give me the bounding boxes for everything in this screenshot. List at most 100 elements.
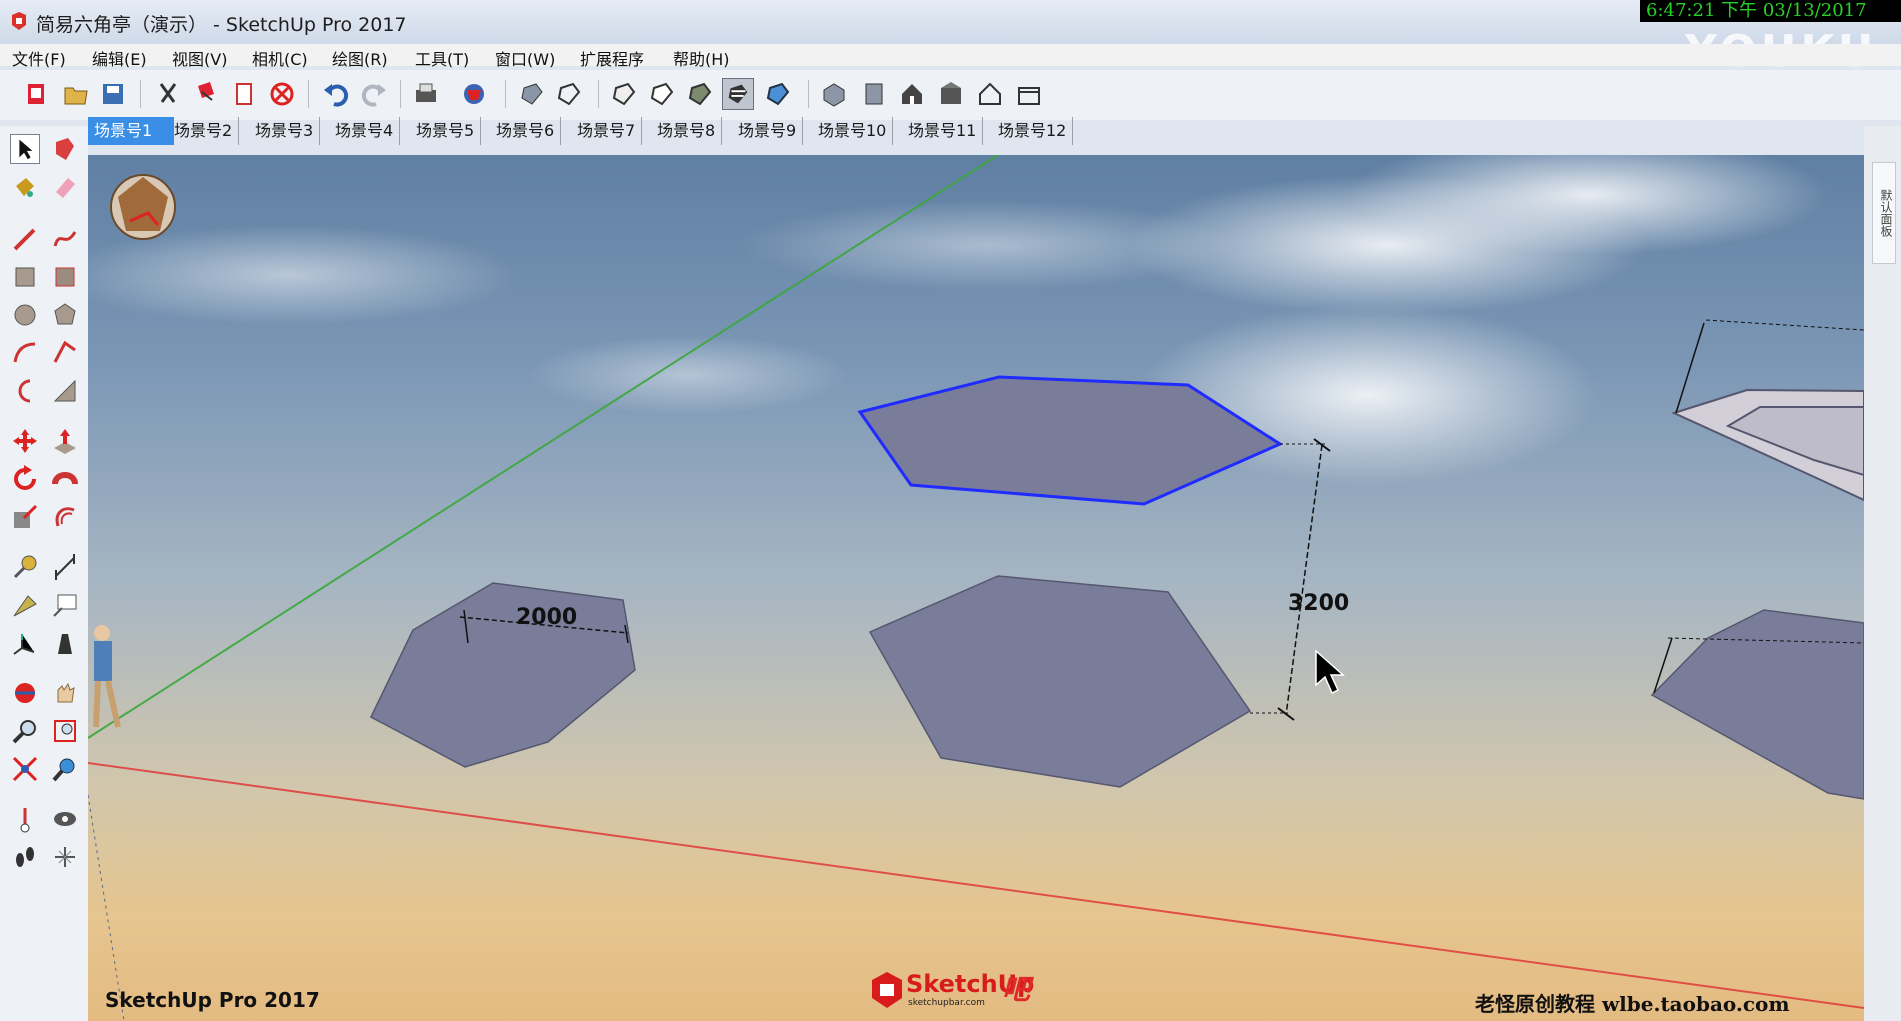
large-tool-set	[0, 126, 88, 1021]
tab-scene-10[interactable]: 场景号10	[812, 117, 894, 145]
tab-scene-3[interactable]: 场景号3	[249, 117, 321, 145]
right-view-icon[interactable]	[935, 78, 967, 110]
menu-draw[interactable]: 绘图(R)	[332, 46, 388, 70]
model-info-icon[interactable]	[458, 78, 490, 110]
hexagon-face-bottom[interactable]	[868, 575, 1252, 788]
xray-style-icon[interactable]	[516, 78, 548, 110]
watermark-app-name: SketchUp Pro 2017	[105, 988, 320, 1012]
scale-icon[interactable]	[10, 502, 40, 532]
3d-text-icon[interactable]	[50, 628, 80, 658]
tab-scene-12[interactable]: 场景号12	[992, 117, 1074, 145]
open-folder-icon[interactable]	[60, 78, 92, 110]
tab-scene-1[interactable]: 场景号1	[88, 117, 174, 145]
two-point-arc-icon[interactable]	[50, 338, 80, 368]
menu-window[interactable]: 窗口(W)	[495, 46, 555, 70]
face-style-icon[interactable]	[762, 78, 794, 110]
save-icon[interactable]	[97, 78, 129, 110]
main-toolbar	[0, 70, 1901, 120]
orbit-icon[interactable]	[10, 678, 40, 708]
zoom-icon[interactable]	[10, 716, 40, 746]
toolbar-separator	[598, 80, 599, 108]
rectangle-icon[interactable]	[10, 262, 40, 292]
shaded-textures-style-icon[interactable]	[684, 78, 716, 110]
three-point-arc-icon[interactable]	[10, 376, 40, 406]
polygon-icon[interactable]	[50, 300, 80, 330]
monochrome-style-icon[interactable]	[722, 78, 754, 110]
watermark-brand-suffix: 吧	[1002, 973, 1031, 1006]
axes-icon[interactable]	[10, 628, 40, 658]
erase-icon[interactable]	[266, 78, 298, 110]
wireframe-style-icon[interactable]	[553, 78, 585, 110]
hexagon-face-left[interactable]	[370, 582, 636, 768]
tab-scene-4[interactable]: 场景号4	[329, 117, 401, 145]
menu-extensions[interactable]: 扩展程序	[580, 46, 644, 70]
text-icon[interactable]	[50, 590, 80, 620]
rotated-rectangle-icon[interactable]	[50, 262, 80, 292]
menu-help[interactable]: 帮助(H)	[673, 46, 730, 70]
tab-scene-6[interactable]: 场景号6	[490, 117, 562, 145]
push-pull-icon[interactable]	[50, 426, 80, 456]
toolbar-separator	[505, 80, 506, 108]
undo-icon[interactable]	[320, 78, 352, 110]
tab-scene-11[interactable]: 场景号11	[902, 117, 984, 145]
default-tray-tab[interactable]: 默认面板	[1872, 162, 1896, 264]
watermark-author: 老怪原创教程 wlbe.taobao.com	[1475, 992, 1790, 1016]
dimension-line-right	[1705, 319, 1864, 331]
line-pencil-icon[interactable]	[10, 224, 40, 254]
move-icon[interactable]	[10, 426, 40, 456]
iso-view-icon[interactable]	[818, 78, 850, 110]
section-plane-icon[interactable]	[50, 842, 80, 872]
default-tray: 默认面板	[1864, 126, 1901, 1021]
print-icon[interactable]	[410, 78, 442, 110]
tape-measure-icon[interactable]	[10, 552, 40, 582]
zoom-window-icon[interactable]	[50, 716, 80, 746]
tab-scene-5[interactable]: 场景号5	[410, 117, 482, 145]
menu-camera[interactable]: 相机(C)	[252, 46, 308, 70]
sketchup-emblem-icon	[110, 174, 176, 240]
top-view-icon[interactable]	[858, 78, 890, 110]
follow-me-icon[interactable]	[50, 464, 80, 494]
pie-icon[interactable]	[50, 376, 80, 406]
redo-icon[interactable]	[358, 78, 390, 110]
front-view-icon[interactable]	[896, 78, 928, 110]
sky-cloud	[528, 335, 848, 415]
sketchup-app-icon[interactable]	[9, 11, 29, 31]
watermark-brand-url: sketchupbar.com	[908, 998, 985, 1008]
arc-icon[interactable]	[10, 338, 40, 368]
tab-scene-2[interactable]: 场景号2	[168, 117, 240, 145]
model-viewport[interactable]: 2000 3200	[88, 155, 1864, 1021]
previous-view-icon[interactable]	[50, 754, 80, 784]
menu-tools[interactable]: 工具(T)	[415, 46, 469, 70]
dimension-icon[interactable]	[50, 552, 80, 582]
menu-file[interactable]: 文件(F)	[12, 46, 66, 70]
hidden-line-style-icon[interactable]	[608, 78, 640, 110]
menu-view[interactable]: 视图(V)	[172, 46, 227, 70]
cut-icon[interactable]	[152, 78, 184, 110]
offset-icon[interactable]	[50, 502, 80, 532]
eraser-icon[interactable]	[50, 172, 80, 202]
shaded-style-icon[interactable]	[646, 78, 678, 110]
left-view-icon[interactable]	[1013, 78, 1045, 110]
freehand-icon[interactable]	[50, 224, 80, 254]
position-camera-icon[interactable]	[10, 804, 40, 834]
paste-icon[interactable]	[228, 78, 260, 110]
copy-icon[interactable]	[190, 78, 222, 110]
circle-icon[interactable]	[10, 300, 40, 330]
menu-edit[interactable]: 编辑(E)	[92, 46, 147, 70]
make-component-icon[interactable]	[50, 134, 80, 164]
walk-footprints-icon[interactable]	[10, 842, 40, 872]
look-around-icon[interactable]	[50, 804, 80, 834]
protractor-icon[interactable]	[10, 590, 40, 620]
tab-scene-8[interactable]: 场景号8	[651, 117, 723, 145]
back-view-icon[interactable]	[974, 78, 1006, 110]
tab-scene-7[interactable]: 场景号7	[571, 117, 643, 145]
zoom-extents-icon[interactable]	[10, 754, 40, 784]
radius-dimension-label[interactable]: 2000	[516, 605, 577, 630]
height-dimension-label[interactable]: 3200	[1288, 591, 1349, 616]
pan-hand-icon[interactable]	[50, 678, 80, 708]
select-arrow-icon[interactable]	[10, 134, 40, 164]
new-file-icon[interactable]	[20, 78, 52, 110]
tab-scene-9[interactable]: 场景号9	[732, 117, 804, 145]
rotate-icon[interactable]	[10, 464, 40, 494]
paint-bucket-icon[interactable]	[10, 172, 40, 202]
